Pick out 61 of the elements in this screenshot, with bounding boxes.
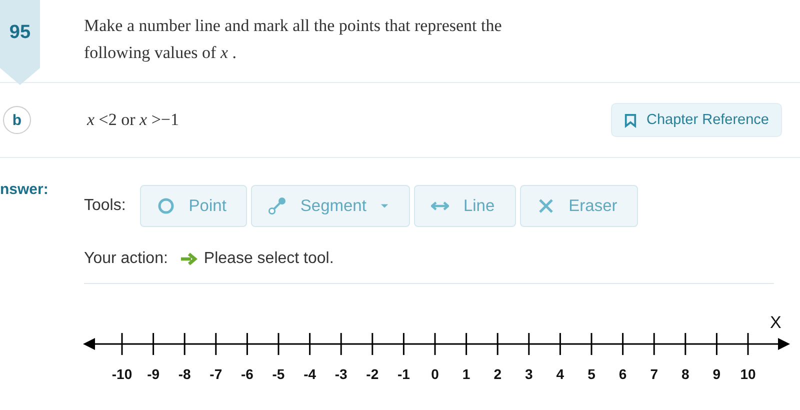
arrow-icon — [180, 252, 198, 266]
tick-mark — [215, 333, 217, 355]
tick-mark — [402, 333, 404, 355]
tick-label: 3 — [525, 366, 533, 382]
tick-label: 0 — [431, 366, 439, 382]
tick-label: 10 — [740, 366, 756, 382]
tick-label: 2 — [494, 366, 502, 382]
tick-label: 1 — [462, 366, 470, 382]
tick-mark — [121, 333, 123, 355]
axis-label: X — [770, 313, 782, 332]
tick-mark — [496, 333, 498, 355]
tick-label: -8 — [178, 366, 191, 382]
bookmark-icon — [624, 112, 638, 128]
tick-mark — [590, 333, 592, 355]
tools-label: Tools: — [84, 197, 126, 215]
tick-mark — [622, 333, 624, 355]
tick-mark — [653, 333, 655, 355]
inequality-expression: x <2 or x >−1 — [87, 110, 180, 130]
tick-label: -1 — [397, 366, 410, 382]
problem-prompt: Make a number line and mark all the points that represent the following values of x . — [84, 15, 503, 64]
tick-label: -4 — [304, 366, 316, 382]
tick-mark — [184, 333, 186, 355]
tick-mark — [309, 333, 311, 355]
tick-mark — [152, 333, 154, 355]
problem-number-badge: 95 — [0, 0, 40, 85]
tick-mark — [340, 333, 342, 355]
tick-label: 8 — [682, 366, 690, 382]
chapter-reference-button[interactable]: Chapter Reference — [611, 103, 782, 137]
tick-mark — [559, 333, 561, 355]
segment-icon — [268, 197, 286, 215]
tick-mark — [246, 333, 248, 355]
action-message: Please select tool. — [204, 250, 334, 268]
tick-mark — [434, 333, 436, 355]
tick-label: -6 — [240, 366, 254, 382]
tick-mark — [716, 333, 718, 355]
tick-label: 7 — [650, 366, 658, 382]
tick-label: 4 — [556, 366, 564, 382]
answer-label: nswer: — [0, 181, 50, 200]
segment-tool-button[interactable]: Segment — [251, 185, 410, 227]
action-label: Your action: — [84, 250, 168, 268]
tick-mark — [528, 333, 530, 355]
tick-label: -5 — [272, 366, 285, 382]
eraser-tool-button[interactable]: Eraser — [520, 185, 638, 227]
circle-icon — [156, 197, 175, 215]
close-icon — [536, 197, 555, 215]
tick-label: -10 — [112, 366, 132, 382]
tick-mark — [278, 333, 280, 355]
tick-mark — [372, 333, 374, 355]
tick-mark — [747, 333, 749, 355]
tick-label: -9 — [147, 366, 160, 382]
tick-mark — [466, 333, 468, 355]
tick-label: 5 — [588, 366, 596, 382]
tick-label: 9 — [712, 366, 721, 382]
tick-mark — [684, 333, 686, 355]
tick-label: -3 — [334, 366, 348, 382]
tick-label: -7 — [210, 366, 222, 382]
tick-label: 6 — [618, 366, 627, 382]
point-tool-button[interactable]: Point — [140, 185, 248, 227]
tick-label: -2 — [366, 366, 379, 382]
part-letter-badge: b — [3, 106, 31, 134]
line-tool-button[interactable]: Line — [414, 185, 516, 227]
